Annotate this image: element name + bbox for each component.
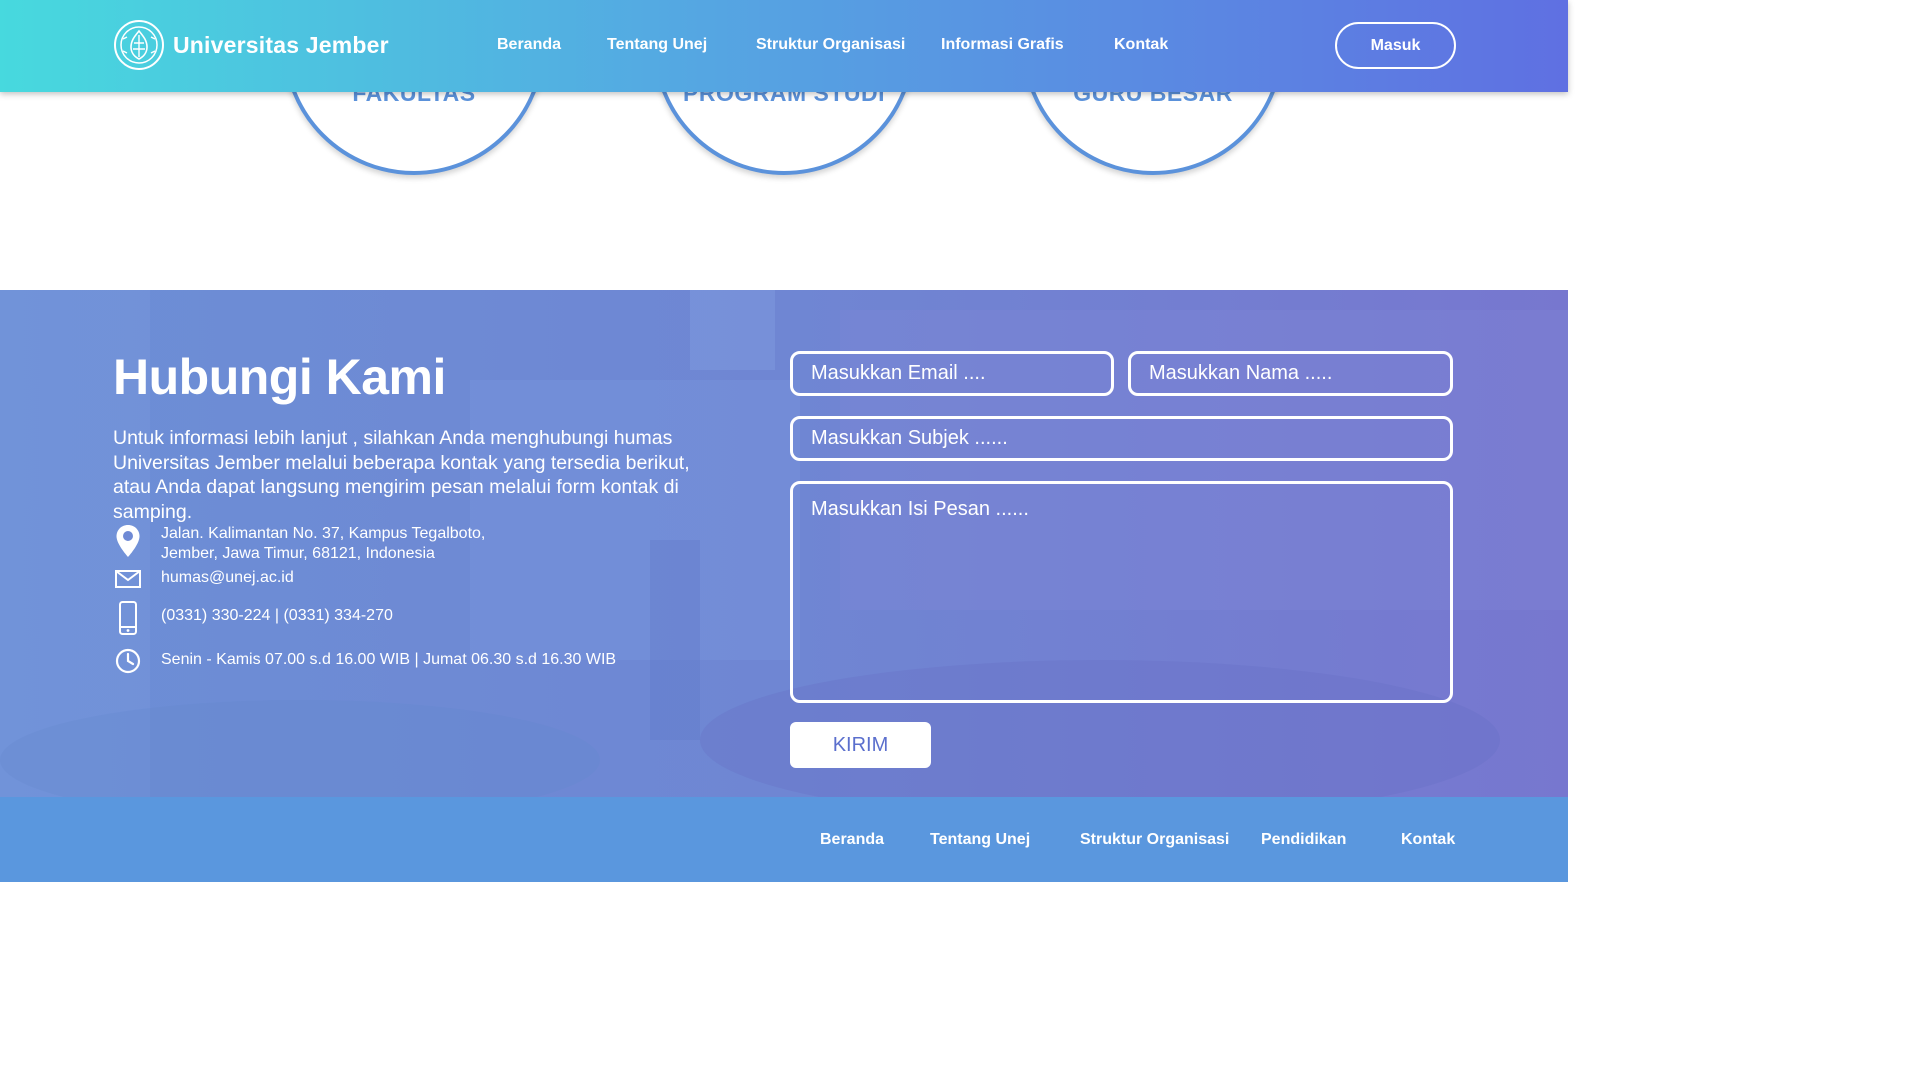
login-button[interactable]: Masuk	[1335, 22, 1456, 69]
brand-name: Universitas Jember	[173, 31, 389, 58]
name-input[interactable]	[1128, 351, 1453, 396]
top-navbar: Universitas Jember Beranda Tentang Unej …	[0, 0, 1568, 92]
nav-kontak[interactable]: Kontak	[1114, 36, 1168, 54]
email-input[interactable]	[790, 351, 1114, 396]
nav-tentang-unej[interactable]: Tentang Unej	[607, 36, 707, 54]
mobile-phone-icon	[119, 601, 137, 635]
nav-beranda[interactable]: Beranda	[497, 36, 561, 54]
address-row: Jalan. Kalimantan No. 37, Kampus Tegalbo…	[113, 524, 485, 563]
contact-section: Hubungi Kami Untuk informasi lebih lanju…	[0, 290, 1568, 797]
email-row: humas@unej.ac.id	[113, 568, 294, 588]
footer-link-tentang-unej[interactable]: Tentang Unej	[930, 831, 1030, 849]
nav-informasi-grafis[interactable]: Informasi Grafis	[941, 36, 1064, 54]
subject-input[interactable]	[790, 416, 1453, 461]
clock-icon	[115, 648, 141, 674]
university-logo-icon	[114, 20, 164, 70]
phone-row: (0331) 330-224 | (0331) 334-270	[113, 601, 393, 635]
submit-button[interactable]: KIRIM	[790, 722, 931, 768]
email-text[interactable]: humas@unej.ac.id	[161, 568, 294, 588]
footer-link-pendidikan[interactable]: Pendidikan	[1261, 831, 1346, 849]
nav-struktur-organisasi[interactable]: Struktur Organisasi	[756, 36, 905, 54]
contact-title: Hubungi Kami	[113, 349, 446, 405]
message-textarea[interactable]	[790, 481, 1453, 703]
brand[interactable]: Universitas Jember	[113, 19, 389, 71]
address-line-1: Jalan. Kalimantan No. 37, Kampus Tegalbo…	[161, 525, 486, 542]
footer: Beranda Tentang Unej Struktur Organisasi…	[0, 797, 1568, 882]
footer-link-beranda[interactable]: Beranda	[820, 831, 884, 849]
address-line-2: Jember, Jawa Timur, 68121, Indonesia	[161, 544, 435, 562]
hours-text: Senin - Kamis 07.00 s.d 16.00 WIB | Juma…	[161, 651, 617, 668]
contact-description: Untuk informasi lebih lanjut , silahkan …	[113, 427, 690, 523]
location-pin-icon	[116, 525, 140, 557]
hours-row: Senin - Kamis 07.00 s.d 16.00 WIB | Juma…	[113, 648, 616, 674]
footer-link-struktur-organisasi[interactable]: Struktur Organisasi	[1080, 831, 1229, 849]
footer-link-kontak[interactable]: Kontak	[1401, 831, 1455, 849]
mail-icon	[115, 570, 141, 588]
phone-text: (0331) 330-224 | (0331) 334-270	[161, 607, 393, 624]
